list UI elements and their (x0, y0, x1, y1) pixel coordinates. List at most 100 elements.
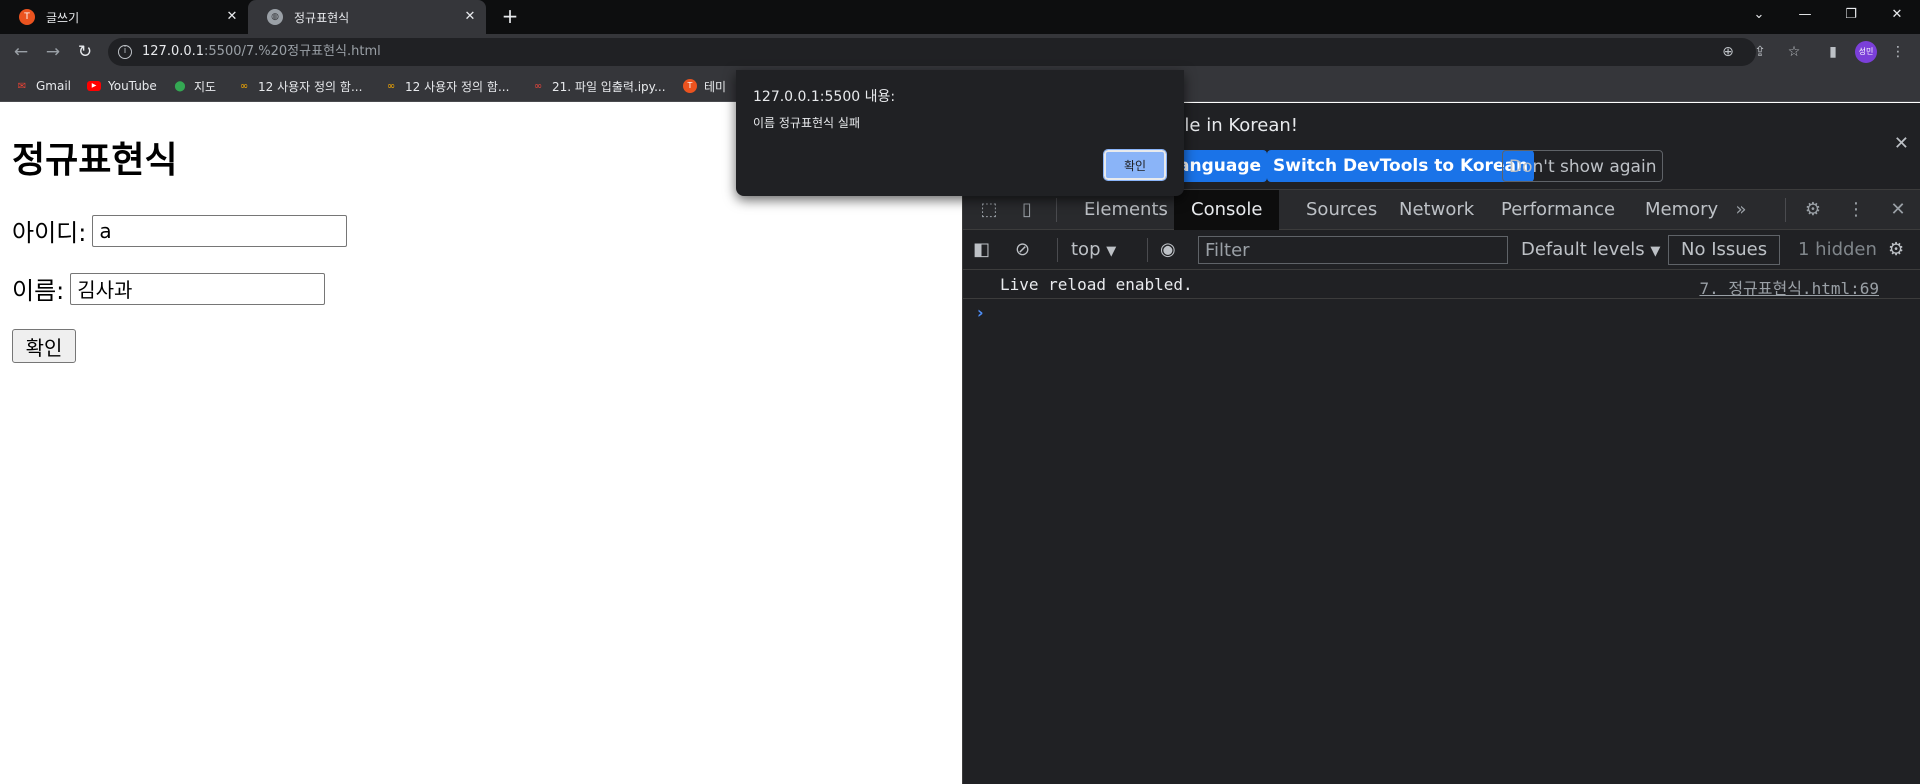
log-levels-dropdown[interactable]: Default levels ▼ (1521, 238, 1660, 262)
divider (1147, 238, 1148, 262)
maps-icon: ⬤ (174, 80, 186, 92)
clear-console-icon[interactable]: ⊘ (1015, 238, 1030, 262)
minimize-icon[interactable]: — (1782, 0, 1828, 30)
tab-writing[interactable]: T 글쓰기 ✕ (0, 0, 248, 34)
globe-icon: ◍ (267, 9, 283, 25)
colab-icon: ∞ (533, 80, 543, 92)
tistory-icon: T (19, 9, 35, 25)
bookmark-gmail[interactable]: ✉ Gmail (14, 70, 71, 102)
levels-label: Default levels (1521, 239, 1645, 260)
bookmark-label: YouTube (108, 79, 157, 93)
forward-icon[interactable]: → (41, 40, 65, 64)
context-label: top (1071, 239, 1101, 260)
bookmark-label: 지도 (194, 79, 217, 94)
tab-title: 정규표현식 (294, 10, 350, 25)
message-text: Live reload enabled. (1000, 275, 1193, 294)
console-settings-icon[interactable]: ⚙ (1888, 238, 1904, 262)
alert-ok-button[interactable]: 확인 (1103, 149, 1167, 181)
gmail-icon: ✉ (17, 80, 27, 92)
youtube-icon: ▶ (86, 78, 102, 94)
console-prompt-icon[interactable]: › (977, 303, 984, 322)
hidden-count: 1 hidden (1798, 239, 1877, 260)
close-icon[interactable]: ✕ (224, 9, 240, 25)
divider (1057, 238, 1058, 262)
tab-elements[interactable]: Elements (1067, 190, 1185, 230)
avatar[interactable]: 성민 (1855, 41, 1877, 63)
reload-icon[interactable]: ↻ (73, 40, 97, 64)
bookmark-label: 21. 파일 입출력.ipy... (552, 79, 666, 94)
issues-button[interactable]: No Issues (1668, 235, 1781, 265)
switch-korean-button[interactable]: Switch DevTools to Korean (1267, 150, 1535, 182)
submit-button[interactable]: 확인 (12, 329, 76, 363)
zoom-icon[interactable]: ⊕ (1718, 42, 1738, 62)
colab-icon: ∞ (239, 80, 249, 92)
name-label: 이름: (12, 277, 65, 305)
tab-title: 글쓰기 (46, 10, 80, 25)
share-icon[interactable]: ⇪ (1750, 42, 1770, 62)
devtools-panel: ble in Korean! anguage Switch DevTools t… (962, 103, 1920, 784)
name-input[interactable] (70, 272, 326, 305)
bookmark-colab-2[interactable]: ∞ 12 사용자 정의 함... (383, 70, 510, 102)
device-toolbar-icon[interactable]: ▯ (1015, 198, 1039, 222)
set-language-button[interactable]: anguage (1172, 150, 1268, 182)
inspect-icon[interactable]: ⬚ (977, 198, 1001, 222)
restore-icon[interactable]: ❐ (1828, 0, 1874, 30)
bookmark-colab-3[interactable]: ∞ 21. 파일 입출력.ipy... (530, 70, 666, 102)
bookmark-maps[interactable]: ⬤ 지도 (172, 70, 216, 102)
console-toolbar: ◧ ⊘ top ▼ ◉ Default levels ▼ No Issues 1… (963, 230, 1920, 270)
alert-dialog: 127.0.0.1:5500 내용: 이름 정규표현식 실패 확인 (736, 70, 1184, 196)
id-input[interactable] (92, 214, 348, 247)
context-selector[interactable]: top ▼ (1071, 238, 1116, 262)
divider (1785, 198, 1786, 222)
alert-message: 이름 정규표현식 실패 (753, 116, 860, 130)
window-close-icon[interactable]: ✕ (1874, 0, 1920, 30)
new-tab-button[interactable]: + (498, 5, 522, 29)
address-bar[interactable]: i 127.0.0.1:5500/7.%20정규표현식.html (108, 38, 1756, 66)
url-text: 127.0.0.1:5500/7.%20정규표현식.html (142, 38, 381, 66)
bookmark-label: Gmail (36, 79, 72, 93)
site-info-icon[interactable]: i (118, 45, 132, 59)
tab-search-icon[interactable]: ⌄ (1736, 0, 1782, 30)
bookmark-label: 테미 (704, 79, 727, 94)
colab-icon: ∞ (386, 80, 396, 92)
bookmark-label: 12 사용자 정의 함... (258, 79, 363, 94)
kebab-menu-icon[interactable]: ⋮ (1844, 198, 1868, 222)
dont-show-again-button[interactable]: Don't show again (1502, 150, 1664, 182)
tistory-icon: T (682, 78, 698, 94)
id-label: 아이디: (12, 219, 87, 247)
dropdown-arrow-icon: ▼ (1106, 244, 1117, 259)
tab-performance[interactable]: Performance (1484, 190, 1632, 230)
tab-regex[interactable]: ◍ 정규표현식 ✕ (248, 0, 486, 34)
sidebar-toggle-icon[interactable]: ◧ (973, 238, 990, 262)
name-row: 이름: (12, 271, 326, 306)
dropdown-arrow-icon: ▼ (1650, 244, 1661, 259)
side-panel-icon[interactable]: ▮ (1823, 42, 1843, 62)
more-tabs-icon[interactable]: » (1729, 198, 1753, 222)
divider (1056, 198, 1057, 222)
bookmark-star-icon[interactable]: ☆ (1784, 42, 1804, 62)
bookmark-colab-1[interactable]: ∞ 12 사용자 정의 함... (236, 70, 363, 102)
menu-icon[interactable]: ⋮ (1888, 42, 1908, 62)
page-content: 정규표현식 아이디: 이름: 확인 (0, 103, 962, 784)
eye-icon[interactable]: ◉ (1160, 238, 1176, 262)
bookmark-label: 12 사용자 정의 함... (405, 79, 510, 94)
filter-input[interactable] (1198, 236, 1508, 264)
page-title: 정규표현식 (12, 140, 178, 181)
url-host: 127.0.0.1 (142, 44, 205, 59)
tab-sources[interactable]: Sources (1289, 190, 1394, 230)
gear-icon[interactable]: ⚙ (1801, 198, 1825, 222)
url-path: :5500/7.%20정규표현식.html (204, 44, 381, 59)
console-message: Live reload enabled. 7. 정규표현식.html:69 (963, 270, 1920, 299)
tab-memory[interactable]: Memory (1628, 190, 1735, 230)
tab-network[interactable]: Network (1382, 190, 1491, 230)
bookmark-tistory[interactable]: T 테미 (682, 70, 726, 102)
close-icon[interactable]: ✕ (1894, 133, 1909, 154)
back-icon[interactable]: ← (9, 40, 33, 64)
bookmark-youtube[interactable]: ▶ YouTube (86, 70, 157, 102)
message-source-link[interactable]: 7. 정규표현식.html:69 (1699, 275, 1879, 299)
close-icon[interactable]: ✕ (1886, 198, 1910, 222)
tab-strip: T 글쓰기 ✕ ◍ 정규표현식 ✕ + ⌄ — ❐ ✕ (0, 0, 1920, 34)
browser-toolbar: ← → ↻ i 127.0.0.1:5500/7.%20정규표현식.html ⊕… (0, 34, 1920, 70)
close-icon[interactable]: ✕ (462, 9, 478, 25)
tab-console[interactable]: Console (1174, 190, 1280, 230)
